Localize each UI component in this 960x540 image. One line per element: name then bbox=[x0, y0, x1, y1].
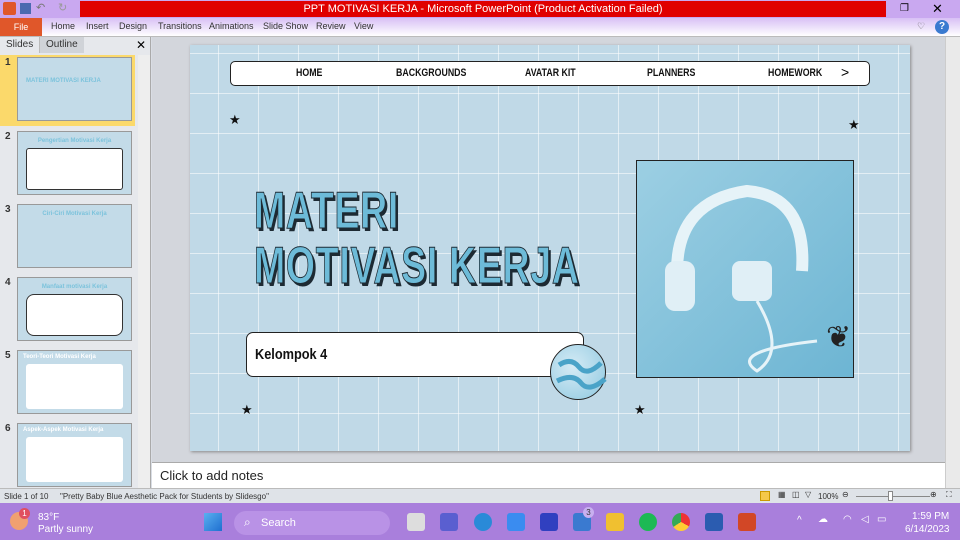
normal-view-icon[interactable] bbox=[760, 491, 770, 501]
slideshow-icon[interactable]: ▽ bbox=[805, 490, 811, 499]
zoom-in-icon[interactable]: ⊕ bbox=[930, 490, 937, 499]
slide-title-line-2[interactable]: MOTIVASI KERJA bbox=[254, 240, 580, 293]
battery-icon[interactable]: ▭ bbox=[877, 514, 886, 525]
temperature[interactable]: 83°F bbox=[38, 512, 59, 523]
thumbnail-title: Ciri-Ciri Motivasi Kerja bbox=[42, 211, 107, 217]
thumbnail-title: Manfaat motivasi Kerja bbox=[41, 284, 108, 290]
chrome-icon[interactable] bbox=[672, 513, 690, 531]
weather-condition[interactable]: Partly sunny bbox=[38, 524, 93, 535]
nav-next-arrow[interactable]: > bbox=[841, 64, 849, 80]
star-icon: ★ bbox=[634, 402, 646, 417]
tab-design[interactable]: Design bbox=[119, 21, 147, 31]
slide-sorter-icon[interactable]: ▦ bbox=[778, 490, 786, 499]
tab-home[interactable]: Home bbox=[51, 21, 75, 31]
app-icon[interactable] bbox=[540, 513, 558, 531]
subtitle-box[interactable]: Kelompok 4 bbox=[246, 332, 584, 377]
nav-bar: HOME BACKGROUNDS AVATAR KIT PLANNERS HOM… bbox=[230, 61, 870, 86]
tab-insert[interactable]: Insert bbox=[86, 21, 109, 31]
nav-planners[interactable]: PLANNERS bbox=[647, 67, 695, 79]
save-icon[interactable] bbox=[20, 3, 31, 14]
thumbnail-title: Pengertian Motivasi Kerja bbox=[37, 138, 112, 144]
slide-title-line-1[interactable]: MATERI bbox=[254, 185, 399, 238]
teams-icon[interactable] bbox=[440, 513, 458, 531]
notes-placeholder[interactable]: Click to add notes bbox=[160, 468, 263, 483]
minimize-ribbon-icon[interactable]: ♡ bbox=[917, 21, 925, 32]
notes-pane[interactable]: Click to add notes bbox=[152, 462, 945, 488]
edge-icon[interactable] bbox=[474, 513, 492, 531]
theme-name: "Pretty Baby Blue Aesthetic Pack for Stu… bbox=[60, 492, 269, 501]
restore-icon[interactable]: ❐ bbox=[900, 3, 909, 14]
planet-illustration bbox=[550, 344, 607, 400]
nav-avatar-kit[interactable]: AVATAR KIT bbox=[525, 67, 576, 79]
redo-icon[interactable]: ↻ bbox=[58, 1, 67, 14]
slide-canvas[interactable]: HOME BACKGROUNDS AVATAR KIT PLANNERS HOM… bbox=[190, 45, 910, 451]
fit-window-icon[interactable]: ⛶ bbox=[946, 490, 952, 500]
nav-backgrounds[interactable]: BACKGROUNDS bbox=[396, 67, 466, 79]
wifi-icon[interactable]: ◠ bbox=[843, 514, 852, 525]
weather-badge: 1 bbox=[19, 508, 30, 519]
taskbar: 1 83°F Partly sunny ⌕ Search 3 ^ ☁ ◠ ◁ ▭… bbox=[0, 503, 960, 540]
file-explorer-icon[interactable] bbox=[606, 513, 624, 531]
slide-scrollbar[interactable] bbox=[945, 37, 960, 488]
slide-number: 6 bbox=[5, 423, 11, 434]
headphones-photo bbox=[636, 160, 854, 378]
task-view-icon[interactable] bbox=[407, 513, 425, 531]
slide-counter: Slide 1 of 10 bbox=[4, 492, 49, 501]
slide-number: 3 bbox=[5, 204, 11, 215]
status-bar: Slide 1 of 10 "Pretty Baby Blue Aestheti… bbox=[0, 488, 960, 503]
close-pane-icon[interactable]: ✕ bbox=[136, 38, 146, 52]
zoom-out-icon[interactable]: ⊖ bbox=[842, 490, 849, 499]
tab-slides[interactable]: Slides bbox=[0, 37, 41, 53]
windows-start-icon[interactable] bbox=[204, 513, 222, 531]
zoom-level[interactable]: 100% bbox=[818, 492, 838, 501]
title-bar: ↶ ↻ PPT MOTIVASI KERJA - Microsoft Power… bbox=[0, 0, 960, 18]
help-icon[interactable]: ? bbox=[935, 20, 949, 34]
mail-badge: 3 bbox=[583, 507, 594, 518]
ribbon-tabs: Home Insert Design Transitions Animation… bbox=[0, 18, 960, 37]
slide-number: 5 bbox=[5, 350, 11, 361]
thumbnail-title: Aspek-Aspek Motivasi Kerja bbox=[23, 427, 104, 433]
search-icon: ⌕ bbox=[244, 515, 251, 529]
nav-homework[interactable]: HOMEWORK bbox=[768, 67, 822, 79]
slide-number: 4 bbox=[5, 277, 11, 288]
slides-pane: Slides Outline ✕ 1 MATERI MOTIVASI KERJA … bbox=[0, 37, 151, 488]
tab-view[interactable]: View bbox=[354, 21, 373, 31]
search-box[interactable]: ⌕ Search bbox=[234, 511, 390, 535]
tab-transitions[interactable]: Transitions bbox=[158, 21, 202, 31]
clock-time[interactable]: 1:59 PM bbox=[912, 511, 949, 522]
tab-outline[interactable]: Outline bbox=[40, 37, 84, 53]
subtitle-text: Kelompok 4 bbox=[255, 346, 328, 363]
undo-icon[interactable]: ↶ bbox=[36, 1, 45, 14]
leaf-illustration-icon: ❦ bbox=[826, 321, 852, 354]
star-icon: ★ bbox=[229, 112, 241, 127]
nav-home[interactable]: HOME bbox=[296, 67, 322, 79]
tab-review[interactable]: Review bbox=[316, 21, 346, 31]
star-icon: ★ bbox=[241, 402, 253, 417]
close-icon[interactable]: ✕ bbox=[932, 1, 943, 17]
word-icon[interactable] bbox=[705, 513, 723, 531]
thumbnail-scrollbar[interactable] bbox=[138, 55, 150, 488]
tab-animations[interactable]: Animations bbox=[209, 21, 254, 31]
spotify-icon[interactable] bbox=[639, 513, 657, 531]
powerpoint-logo-icon bbox=[3, 2, 16, 15]
file-tab[interactable]: File bbox=[0, 18, 42, 36]
thumbnail-title: Teori-Teori Motivasi Kerja bbox=[23, 354, 96, 360]
onedrive-icon[interactable]: ☁ bbox=[818, 514, 828, 525]
zoom-slider-thumb[interactable] bbox=[888, 491, 893, 501]
slide-number: 1 bbox=[5, 57, 11, 68]
show-hidden-icons[interactable]: ^ bbox=[797, 515, 802, 526]
tab-slide-show[interactable]: Slide Show bbox=[263, 21, 308, 31]
slide-number: 2 bbox=[5, 131, 11, 142]
star-icon: ★ bbox=[848, 117, 860, 132]
search-placeholder: Search bbox=[261, 517, 296, 529]
window-title: PPT MOTIVASI KERJA - Microsoft PowerPoin… bbox=[80, 1, 886, 17]
zoom-slider[interactable] bbox=[856, 496, 930, 497]
thumbnail-title: MATERI MOTIVASI KERJA bbox=[26, 78, 101, 84]
powerpoint-taskbar-icon[interactable] bbox=[738, 513, 756, 531]
reading-view-icon[interactable]: ◫ bbox=[792, 490, 800, 499]
volume-icon[interactable]: ◁ bbox=[861, 514, 869, 525]
zoom-app-icon[interactable] bbox=[507, 513, 525, 531]
clock-date[interactable]: 6/14/2023 bbox=[905, 524, 950, 535]
